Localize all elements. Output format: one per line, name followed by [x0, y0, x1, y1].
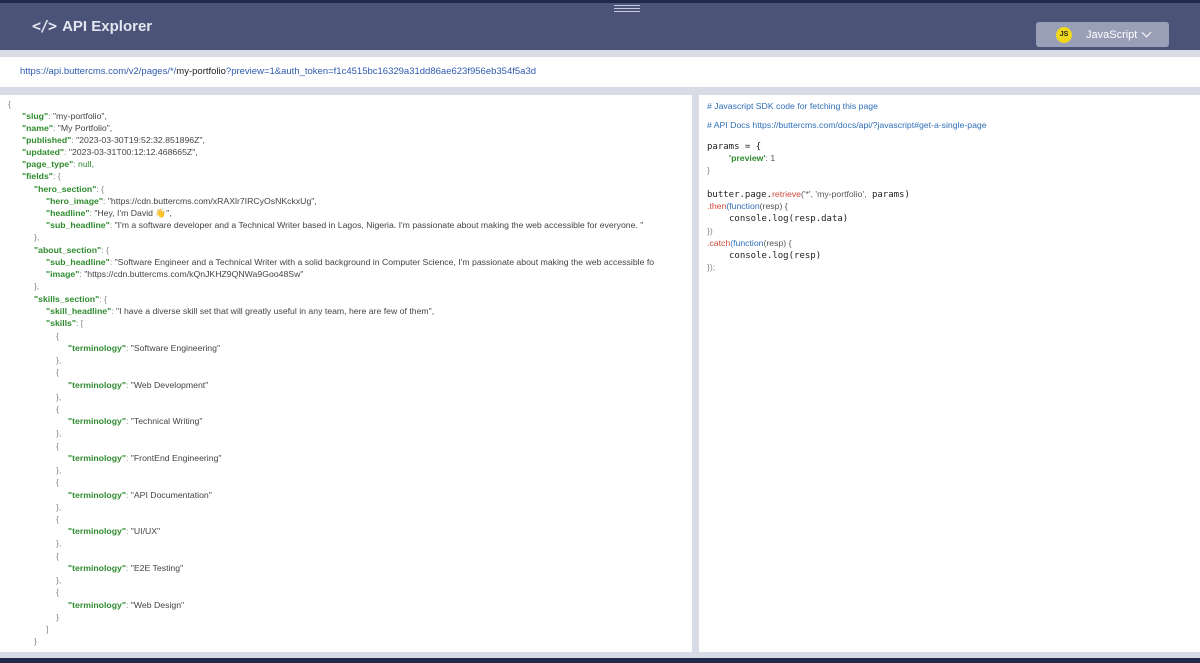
url-base: https://api.buttercms.com/v2/pages/*/ [20, 66, 177, 77]
json-brace: { [56, 477, 59, 487]
json-brace: { [56, 441, 59, 451]
code-line-params: params = { [707, 142, 762, 152]
code-line-close-then: }) [707, 226, 713, 236]
chevron-down-icon [1141, 27, 1152, 38]
json-line-terminology: "terminology": "Web Development" [68, 380, 209, 390]
request-url-bar[interactable]: https://api.buttercms.com/v2/pages/*/my-… [0, 57, 1200, 87]
json-line-page-type: "page_type": null, [22, 159, 94, 169]
language-label: JavaScript [1086, 28, 1138, 41]
code-line-retrieve: butter.page.retrieve('*', 'my-portfolio'… [707, 189, 910, 200]
drag-handle-icon[interactable] [614, 5, 640, 13]
language-select-button[interactable]: JS JavaScript [1036, 22, 1169, 47]
json-brace: }, [56, 538, 62, 548]
code-line-console-resp: console.log(resp) [729, 251, 822, 261]
json-brace: }, [56, 428, 62, 438]
json-line-terminology: "terminology": "Web Design" [68, 600, 185, 610]
json-line-hero-section: "hero_section": { [34, 184, 105, 194]
json-brace: { [56, 551, 59, 561]
json-brace: { [56, 587, 59, 597]
json-line-terminology: "terminology": "UI/UX" [68, 526, 161, 536]
code-line-close: } [707, 165, 710, 175]
code-line-then: .then(function(resp) { [707, 201, 788, 211]
json-close: }, [34, 281, 40, 291]
json-line-updated: "updated": "2023-03-31T00:12:12.468665Z"… [22, 147, 198, 157]
json-close: }, [34, 232, 40, 242]
code-comment-docs-link[interactable]: # API Docs https://buttercms.com/docs/ap… [707, 120, 987, 130]
url-query: ?preview=1&auth_token=f1c4515bc16329a31d… [225, 66, 537, 77]
code-line-console-data: console.log(resp.data) [729, 214, 849, 224]
app-title: API Explorer [62, 17, 153, 35]
json-bracket: ] [46, 624, 49, 634]
json-line-terminology: "terminology": "Technical Writing" [68, 416, 203, 426]
json-line-fields: "fields": { [22, 171, 61, 181]
json-brace: } [34, 636, 37, 646]
json-brace: { [56, 367, 59, 377]
json-brace: }, [56, 502, 62, 512]
json-line-hero-image: "hero_image": "https://cdn.buttercms.com… [46, 196, 317, 206]
json-brace: { [56, 404, 59, 414]
json-line-skills-section: "skills_section": { [34, 294, 107, 304]
json-brace: }, [56, 355, 62, 365]
json-response-panel[interactable]: { "slug": "my-portfolio", "name": "My Po… [0, 95, 692, 652]
json-line-about-section: "about_section": { [34, 245, 109, 255]
json-line-terminology: "terminology": "Software Engineering" [68, 343, 221, 353]
url-slug: my-portfolio [176, 66, 226, 77]
json-brace: { [56, 514, 59, 524]
json-line-slug: "slug": "my-portfolio", [22, 111, 107, 121]
sdk-code-panel[interactable]: # Javascript SDK code for fetching this … [699, 95, 1200, 652]
json-brace: } [56, 612, 59, 622]
app-header: </> API Explorer JS JavaScript [0, 3, 1200, 50]
json-line-about-image: "image": "https://cdn.buttercms.com/kQnJ… [46, 269, 304, 279]
code-comment: # Javascript SDK code for fetching this … [707, 101, 878, 111]
code-line-preview: 'preview': 1 [729, 153, 776, 163]
json-line-hero-sub-headline: "sub_headline": "I'm a software develope… [46, 220, 644, 230]
json-brace: { [56, 331, 59, 341]
json-line-published: "published": "2023-03-30T19:52:32.851896… [22, 135, 205, 145]
json-line-hero-headline: "headline": "Hey, I'm David 👋", [46, 208, 172, 218]
json-line-about-sub-headline: "sub_headline": "Software Engineer and a… [46, 257, 655, 267]
window-bottom-edge [0, 658, 1200, 663]
json-line-terminology: "terminology": "FrontEnd Engineering" [68, 453, 222, 463]
json-line-skills: "skills": [ [46, 318, 84, 328]
json-line-terminology: "terminology": "API Documentation" [68, 490, 212, 500]
json-line-terminology: "terminology": "E2E Testing" [68, 563, 184, 573]
code-brackets-icon: </> [32, 17, 57, 35]
json-line-name: "name": "My Portfolio", [22, 123, 113, 133]
app-title-group: </> API Explorer [32, 17, 152, 35]
json-open-brace: { [8, 99, 11, 109]
json-brace: }, [56, 465, 62, 475]
json-brace: }, [56, 392, 62, 402]
javascript-badge-icon: JS [1056, 26, 1072, 43]
code-line-close-catch: }); [707, 262, 716, 272]
code-line-catch: .catch(function(resp) { [707, 238, 792, 248]
json-brace: }, [56, 575, 62, 585]
json-line-skill-headline: "skill_headline": "I have a diverse skil… [46, 306, 435, 316]
